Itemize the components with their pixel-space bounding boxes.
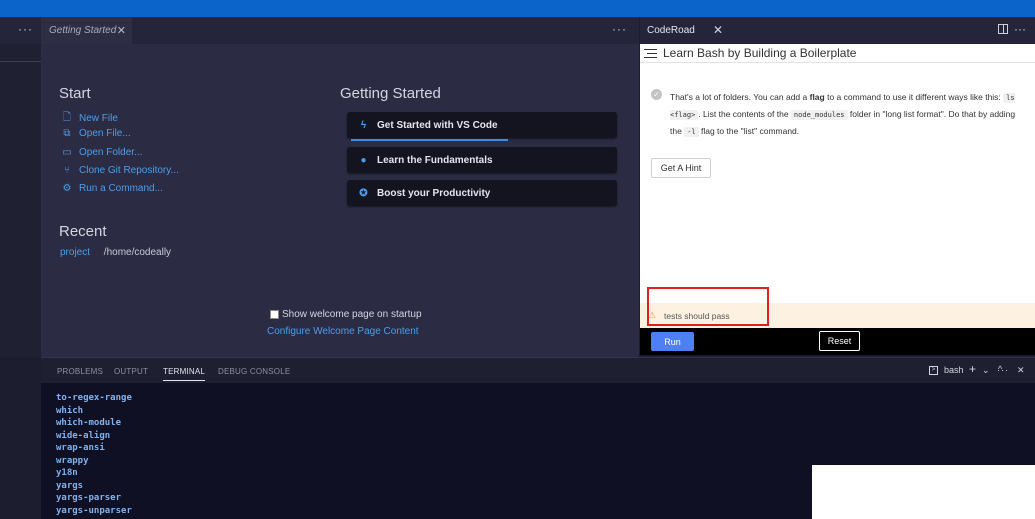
terminal-line: to-regex-range [56,393,132,403]
app-window: ··· Getting Started ✕ ··· Start 🗋 New Fi… [0,0,1035,519]
split-editor-icon[interactable] [998,24,1008,34]
title-bar [0,0,1035,17]
terminal-line: yargs-parser [56,493,122,503]
close-panel-icon[interactable]: ✕ [1017,365,1025,376]
chevron-down-icon[interactable]: ⌄ [982,365,990,376]
lightning-icon: ϟ [360,119,367,131]
clone-git-label: Clone Git Repository... [79,165,179,176]
lesson-title: Learn Bash by Building a Boilerplate [663,46,857,60]
bulb-icon: ● [360,154,367,166]
coderoad-footer: Run Reset [640,328,1035,355]
checkbox-label: Show welcome page on startup [282,309,422,320]
new-file-label: New File [79,113,118,124]
close-icon[interactable]: ✕ [713,23,723,37]
tab-debug-console[interactable]: DEBUG CONSOLE [218,367,290,376]
overlay-box [812,465,1035,519]
open-folder-icon: ▭ [62,147,72,158]
terminal-line: wide-align [56,431,111,441]
terminal-line: which [56,406,84,416]
new-file-link[interactable]: 🗋 New File [61,110,118,127]
card-productivity[interactable]: ✪ Boost your Productivity [347,180,617,206]
terminal-line: y18n [56,468,78,478]
git-clone-icon: ⑂ [64,165,70,176]
card-label: Get Started with VS Code [377,119,498,131]
divider [0,61,41,62]
start-heading: Start [59,85,91,102]
run-command-icon: ⚙ [62,183,72,194]
welcome-page: Start 🗋 New File ⧉ Open File... ▭ Open F… [41,44,639,357]
panel-tab-bar: PROBLEMS OUTPUT TERMINAL DEBUG CONSOLE >… [41,357,1035,383]
more-actions-icon[interactable]: ··· [612,22,627,36]
open-file-link[interactable]: ⧉ Open File... [61,128,131,139]
card-label: Boost your Productivity [377,187,491,199]
divider [640,62,1035,63]
tab-getting-started[interactable]: Getting Started ✕ [41,17,132,44]
editor-tab-bar: Getting Started ✕ ··· [41,17,639,44]
run-command-label: Run a Command... [79,183,163,194]
recent-project-link[interactable]: project [60,247,90,258]
menu-icon[interactable] [644,48,657,59]
reset-button[interactable]: Reset [819,331,860,351]
maximize-panel-icon[interactable]: ^ [998,364,1002,374]
recent-project-path: /home/codeally [103,247,172,258]
tab-label: Getting Started [49,25,117,36]
highlight-box [647,287,769,326]
step-description: That's a lot of folders. You can add a f… [670,92,1016,137]
tab-terminal[interactable]: TERMINAL [163,367,206,381]
side-panel-more-icon[interactable]: ··· [0,17,41,44]
terminal-line: yargs-unparser [56,506,132,516]
coderoad-tab[interactable]: CodeRoad [647,25,695,36]
get-hint-button[interactable]: Get A Hint [651,158,711,178]
card-label: Learn the Fundamentals [377,154,493,166]
open-folder-link[interactable]: ▭ Open Folder... [61,147,142,158]
coderoad-tab-bar: CodeRoad ✕ ··· [640,17,1035,44]
card-fundamentals[interactable]: ● Learn the Fundamentals [347,147,617,173]
terminal-line: wrappy [56,456,89,466]
check-icon: ✓ [651,89,662,100]
terminal-line: wrap-ansi [56,443,105,453]
terminal-icon: > [929,366,938,375]
getting-started-heading: Getting Started [340,85,441,102]
open-file-icon: ⧉ [63,128,71,139]
card-get-started[interactable]: ϟ Get Started with VS Code [347,112,617,141]
checkbox[interactable] [270,310,279,319]
side-panel-lower [0,357,41,519]
open-file-label: Open File... [79,128,131,139]
tab-output[interactable]: OUTPUT [114,367,148,376]
run-command-link[interactable]: ⚙ Run a Command... [61,183,163,194]
add-terminal-icon[interactable]: + [969,362,976,376]
clone-git-link[interactable]: ⑂ Clone Git Repository... [61,165,179,176]
show-on-startup-checkbox[interactable]: Show welcome page on startup [270,309,422,320]
terminal-line: yargs [56,481,84,491]
more-actions-icon[interactable]: ··· [1014,22,1026,36]
new-file-icon: 🗋 [62,112,72,123]
run-button[interactable]: Run [651,332,694,351]
recent-item: project /home/codeally [60,247,171,258]
progress-underline [351,139,508,141]
recent-heading: Recent [59,223,107,240]
configure-welcome-link[interactable]: Configure Welcome Page Content [267,326,419,337]
close-icon[interactable]: ✕ [117,24,126,37]
productivity-icon: ✪ [359,187,368,199]
open-folder-label: Open Folder... [79,147,143,158]
side-panel: ··· [0,17,41,357]
tab-problems[interactable]: PROBLEMS [57,367,103,376]
shell-name[interactable]: bash [944,365,964,375]
terminal-line: which-module [56,418,122,428]
lesson-header: Learn Bash by Building a Boilerplate [644,46,856,60]
